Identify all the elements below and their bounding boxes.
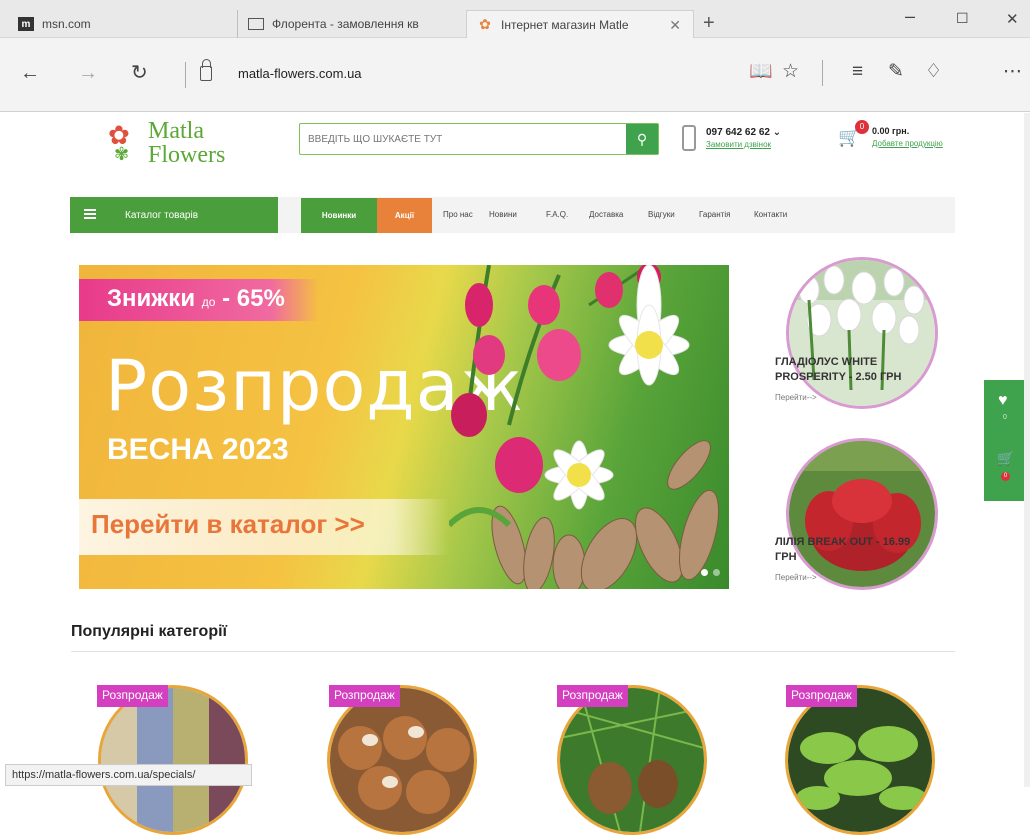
- section-divider: [71, 651, 955, 652]
- discount-small: до: [201, 295, 216, 309]
- section-title-popular: Популярні категорії: [71, 623, 228, 640]
- phone-number[interactable]: 097 642 62 62 ⌄: [706, 127, 781, 138]
- page-scrollbar[interactable]: [1024, 113, 1030, 787]
- product-title-gladiolus[interactable]: ГЛАДІОЛУС WHITE PROSPERITY - 2.50 ГРН: [775, 355, 901, 385]
- sale-badge: Розпродаж: [786, 685, 857, 707]
- discount-text: Знижки до - 65%: [107, 285, 285, 313]
- tab-florenta[interactable]: Флорента - замовлення кв: [237, 10, 465, 38]
- category-image-bulbs[interactable]: [327, 685, 477, 835]
- hub-icon[interactable]: ≡: [852, 62, 863, 82]
- msn-icon: m: [18, 17, 34, 31]
- category-image-conifers[interactable]: [557, 685, 707, 835]
- seedlings-photo: [788, 688, 932, 832]
- address-bar[interactable]: matla-flowers.com.ua: [238, 66, 362, 81]
- search-icon: ⚲: [636, 130, 648, 147]
- sale-badge: Розпродаж: [329, 685, 400, 707]
- callback-link[interactable]: Замовити дзвінок: [706, 140, 771, 149]
- menu-link-contacts[interactable]: Контакти: [754, 210, 787, 219]
- new-tab-button[interactable]: +: [703, 13, 715, 33]
- logo-line2: Flowers: [148, 142, 226, 168]
- menu-link-reviews[interactable]: Відгуки: [648, 210, 675, 219]
- menu-link-guarantee[interactable]: Гарантія: [699, 210, 730, 219]
- cart-total[interactable]: 0.00 грн.: [872, 126, 909, 136]
- reading-view-icon[interactable]: 📖: [749, 62, 773, 82]
- page-content: ✿ ✾ Matla Flowers ⚲ 097 642 62 62 ⌄ Замо…: [0, 113, 1030, 835]
- tab-matla-active[interactable]: ✿ Інтернет магазин Matlе ✕: [466, 10, 694, 38]
- banner-season: ВЕСНА 2023: [107, 433, 289, 466]
- product-title-line2: ГРН: [775, 551, 797, 563]
- pinecones-photo: [560, 688, 704, 832]
- share-icon[interactable]: ♢: [925, 62, 942, 82]
- flower-icon: ✿: [479, 16, 491, 32]
- tab-msn[interactable]: m msn.com: [8, 10, 233, 38]
- tab-label: Інтернет магазин Matlе: [501, 17, 629, 32]
- product-image-gladiolus[interactable]: [786, 257, 938, 409]
- new-items-button[interactable]: Новинки: [301, 198, 377, 233]
- sale-button[interactable]: Акції: [377, 198, 432, 233]
- lock-icon[interactable]: [200, 59, 212, 81]
- search-input[interactable]: [308, 130, 618, 148]
- status-bar-url: https://matla-flowers.com.ua/specials/: [5, 764, 252, 786]
- discount-word: Знижки: [107, 285, 196, 312]
- cart-count-badge: 0: [1001, 472, 1010, 481]
- web-note-icon[interactable]: ✎: [888, 62, 904, 82]
- close-window-icon[interactable]: ✕: [1006, 10, 1019, 28]
- seeds-photo: [101, 688, 245, 832]
- back-arrow-icon[interactable]: ←: [20, 63, 40, 83]
- phone-icon: [682, 125, 696, 151]
- sale-badge: Розпродаж: [557, 685, 628, 707]
- maximize-icon[interactable]: ☐: [956, 10, 969, 27]
- lily-photo: [789, 441, 935, 587]
- logo-line1: Matla: [148, 118, 204, 144]
- tab-bar: m msn.com Флорента - замовлення кв ✿ Інт…: [0, 0, 1030, 38]
- toolbar-divider: [822, 60, 823, 86]
- discount-value: - 65%: [215, 285, 285, 312]
- cart-count-badge: 0: [855, 120, 869, 134]
- main-menu: Каталог товарів Новинки Акції Про нас Но…: [70, 197, 955, 233]
- hero-banner[interactable]: Знижки до - 65% Розпродаж ВЕСНА 2023 Пер…: [79, 265, 729, 589]
- category-image-seeds[interactable]: [98, 685, 248, 835]
- product-title-line2: PROSPERITY - 2.50 ГРН: [775, 371, 902, 383]
- slider-dot[interactable]: [713, 569, 720, 576]
- menu-link-news[interactable]: Новини: [489, 210, 517, 219]
- product-title-line1: ГЛАДІОЛУС WHITE: [775, 356, 878, 368]
- tab-label: Флорента - замовлення кв: [272, 17, 419, 31]
- product-title-line1: ЛІЛІЯ BREAK OUT - 16.99: [775, 536, 911, 548]
- more-icon[interactable]: ⋯: [1003, 62, 1022, 82]
- bulbs-photo: [330, 688, 474, 832]
- flowers-bulbs-illustration: [449, 265, 720, 589]
- search-button[interactable]: ⚲: [626, 124, 658, 154]
- minimize-icon[interactable]: –: [905, 6, 915, 27]
- slider-dot-active[interactable]: [701, 569, 708, 576]
- address-toolbar: ← → ↻ matla-flowers.com.ua 📖 ☆ ≡ ✎ ♢ ⋯: [0, 38, 1030, 112]
- menu-link-delivery[interactable]: Доставка: [589, 210, 623, 219]
- menu-burger-icon: [84, 209, 96, 219]
- cart-link[interactable]: Добавте продукцію: [872, 139, 943, 148]
- category-image-seedlings[interactable]: [785, 685, 935, 835]
- product-title-lily[interactable]: ЛІЛІЯ BREAK OUT - 16.99 ГРН: [775, 535, 910, 565]
- close-tab-icon[interactable]: ✕: [669, 17, 681, 34]
- banner-cta-link[interactable]: Перейти в каталог >>: [91, 509, 365, 540]
- window-icon: [248, 18, 264, 30]
- heart-icon[interactable]: ♥: [998, 392, 1008, 410]
- leaf-logo-icon: ✾: [114, 144, 130, 164]
- refresh-icon[interactable]: ↻: [131, 63, 148, 83]
- favorite-star-icon[interactable]: ☆: [782, 62, 799, 82]
- search-box: ⚲: [299, 123, 659, 155]
- wishlist-count: 0: [1003, 414, 1007, 421]
- tab-label: msn.com: [42, 17, 91, 31]
- product-link-lily[interactable]: Перейти-->: [775, 573, 817, 582]
- site-logo[interactable]: ✿ ✾ Matla Flowers: [108, 116, 248, 170]
- product-image-lily[interactable]: [786, 438, 938, 590]
- catalog-label: Каталог товарів: [125, 209, 199, 221]
- menu-link-faq[interactable]: F.A.Q.: [546, 210, 568, 219]
- menu-link-about[interactable]: Про нас: [443, 210, 473, 219]
- cart-icon[interactable]: 🛒: [997, 450, 1014, 467]
- toolbar-divider: [185, 62, 186, 88]
- forward-arrow-icon[interactable]: →: [78, 63, 98, 83]
- sale-badge: Розпродаж: [97, 685, 168, 707]
- product-link-gladiolus[interactable]: Перейти-->: [775, 393, 817, 402]
- catalog-button[interactable]: Каталог товарів: [70, 197, 278, 233]
